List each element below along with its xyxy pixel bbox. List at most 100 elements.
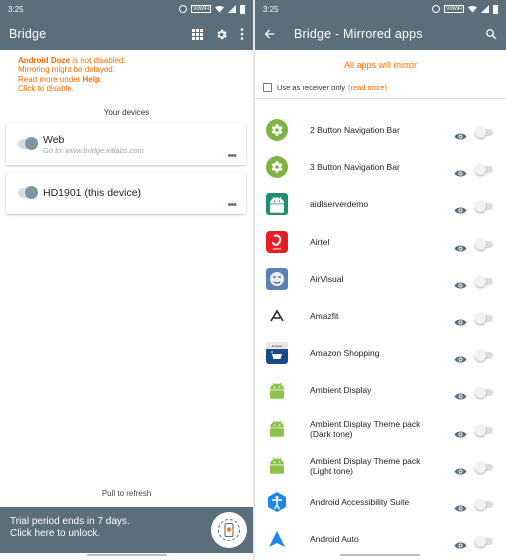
mirror-toggle[interactable] [475,387,493,398]
airtel-icon: airtel [266,231,288,253]
device-card-web[interactable]: Web Go to: www.bridge.xitlabs.com ••• [6,123,246,165]
android-icon [266,417,288,439]
eye-icon[interactable] [454,351,467,363]
app-row[interactable]: Ambient Display [255,372,506,409]
app-row[interactable]: Android Auto [255,521,506,558]
mirror-toggle[interactable] [475,462,493,473]
app-title: Bridge [9,27,47,41]
doze-disable-link[interactable]: Click to disable. [18,84,235,93]
app-name-line: Ambient Display Theme pack [310,456,421,466]
accessibility-icon [266,491,288,513]
more-vert-icon[interactable] [240,28,244,40]
app-name-line: 3 Button Navigation Bar [310,162,400,172]
app-row[interactable]: Ambient Display Theme pack (Light tone) [255,447,506,484]
eye-icon[interactable] [454,277,467,289]
gear-icon[interactable] [215,28,228,41]
gesture-nav-bar [340,554,420,556]
app-row[interactable]: 3 Button Navigation Bar [255,149,506,186]
app-row[interactable]: 2 Button Navigation Bar [255,112,506,149]
device-toggle-web[interactable] [18,137,38,150]
mirror-toggle[interactable] [475,313,493,324]
gesture-nav-bar [87,554,167,556]
app-row[interactable]: aidlserverdemo [255,186,506,223]
device-menu-button[interactable]: ••• [227,200,237,211]
device-card-hd1901[interactable]: HD1901 (this device) ••• [6,172,246,214]
svg-text:airtel: airtel [273,246,282,251]
mirror-toggle[interactable] [475,276,493,287]
app-name-line: aidlserverdemo [310,199,369,209]
mirror-toggle[interactable] [475,425,493,436]
app-row[interactable]: airtel Airtel [255,224,506,261]
battery-icon [493,4,498,14]
mirror-toggle[interactable] [475,201,493,212]
app-row[interactable]: Ambient Display Theme pack (Dark tone) [255,410,506,447]
eye-icon[interactable] [454,388,467,400]
eye-icon[interactable] [454,426,467,438]
android-auto-icon [266,528,288,550]
receiver-only-option[interactable]: Use as receiver only (read more) [255,83,506,92]
app-name-line: Airtel [310,237,330,247]
alarm-icon [179,5,188,13]
eye-icon[interactable] [454,240,467,252]
device-menu-button[interactable]: ••• [227,151,237,162]
trial-banner[interactable]: Trial period ends in 7 days. Click here … [0,507,253,553]
svg-text:amazon: amazon [272,344,283,348]
mirror-toggle[interactable] [475,164,493,175]
back-arrow-icon[interactable] [264,28,276,40]
doze-title: Android Doze [18,56,70,65]
receiver-only-label: Use as receiver only [277,83,345,92]
mirror-toggle[interactable] [475,127,493,138]
eye-icon[interactable] [454,463,467,475]
device-name: HD1901 (this device) [43,187,142,199]
android-icon [266,193,288,215]
app-row[interactable]: amazon Amazon Shopping [255,335,506,372]
list-divider [255,98,506,99]
eye-icon[interactable] [454,537,467,549]
wifi-icon [468,5,477,13]
pull-to-refresh-hint: Pull to refresh [101,489,152,498]
mirror-toggle[interactable] [475,350,493,361]
receiver-read-more-link[interactable]: (read more) [348,83,387,92]
doze-help-link[interactable]: Help [82,75,99,84]
grid-icon[interactable] [192,28,203,40]
gear-icon [266,119,288,141]
app-name: Amazon Shopping [310,348,450,358]
app-bar: Bridge [0,18,253,50]
vowifi-icon: VoWiFi [444,5,464,13]
eye-icon[interactable] [454,500,467,512]
eye-icon[interactable] [454,314,467,326]
device-subtitle[interactable]: Go to: www.bridge.xitlabs.com [43,146,144,155]
android-icon [266,454,288,476]
vowifi-icon: VoWiFi [191,5,211,13]
airvisual-icon [266,268,288,290]
trial-line-2: Click here to unlock. [10,528,101,539]
battery-icon [240,4,245,14]
eye-icon[interactable] [454,202,467,214]
mirror-toggle[interactable] [475,239,493,250]
search-icon[interactable] [485,28,497,40]
app-name: Ambient Display [310,385,450,395]
app-row[interactable]: AirVisual [255,261,506,298]
app-name-line: Ambient Display [310,385,372,395]
app-name-line: 2 Button Navigation Bar [310,125,400,135]
unlock-badge-icon[interactable] [211,512,247,548]
status-time: 3:25 [263,4,279,14]
app-name: Android Accessibility Suite [310,497,450,507]
mirror-toggle[interactable] [475,499,493,510]
app-name-line: Android Accessibility Suite [310,497,410,507]
app-name-line: Amazfit [310,311,339,321]
eye-icon[interactable] [454,128,467,140]
alarm-icon [432,5,441,13]
amazfit-icon [266,305,288,327]
receiver-only-checkbox[interactable] [263,83,272,92]
device-name: Web [43,134,65,146]
eye-icon[interactable] [454,165,467,177]
app-name-line: (Light tone) [310,466,353,476]
app-bar: Bridge - Mirrored apps [255,18,506,50]
app-row[interactable]: Android Accessibility Suite [255,484,506,521]
doze-warning[interactable]: Android Doze is not disabled. Mirroring … [0,50,253,93]
device-toggle-hd1901[interactable] [18,186,38,199]
mirror-status: All apps will mirror [343,60,417,70]
mirror-toggle[interactable] [475,536,493,547]
app-row[interactable]: Amazfit [255,298,506,335]
